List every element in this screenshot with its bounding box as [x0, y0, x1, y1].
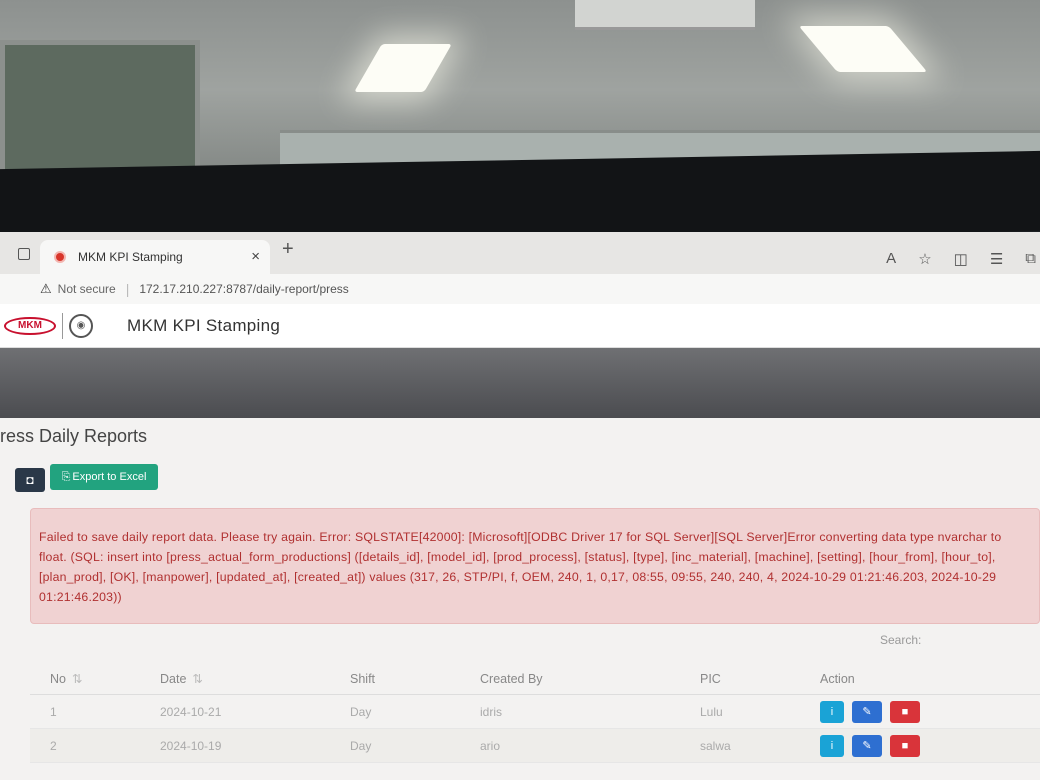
address-bar[interactable]: ⚠ Not secure | 172.17.210.227:8787/daily… [0, 274, 1040, 304]
warning-icon: ⚠ [40, 281, 52, 296]
edit-button[interactable]: ✎ [852, 734, 882, 757]
delete-button[interactable]: ■ [890, 734, 920, 757]
cell-created-by: idris [480, 704, 503, 719]
header-date[interactable]: Date ⇅ [160, 671, 350, 686]
header-no[interactable]: No ⇅ [30, 671, 160, 686]
cell-created-by: ario [480, 738, 501, 753]
tab-actions-icon[interactable] [18, 248, 30, 260]
export-excel-button[interactable]: ⎘ Export to Excel [50, 464, 158, 490]
reports-table: No ⇅ Date ⇅ Shift Created By PIC Action 1 … [30, 663, 1040, 763]
cell-shift: Day [350, 704, 372, 719]
cell-actions: i ✎ ■ [820, 734, 1020, 757]
header-action: Action [820, 671, 855, 686]
cell-no: 1 [50, 704, 57, 719]
address-separator: | [125, 281, 130, 297]
cell-date: 2024-10-21 [160, 704, 222, 719]
favorite-star-icon[interactable]: ☆ [918, 250, 931, 268]
tab-title: MKM KPI Stamping [78, 250, 183, 264]
new-tab-button[interactable]: + [282, 238, 294, 261]
search-label[interactable]: Search: [880, 633, 921, 647]
cell-no: 2 [50, 738, 57, 753]
logo-divider [62, 312, 63, 339]
table-header: No ⇅ Date ⇅ Shift Created By PIC Action [30, 663, 1040, 695]
header-shift[interactable]: Shift [350, 672, 480, 686]
mkm-logo-badge: MKM [4, 316, 56, 335]
delete-button[interactable]: ■ [890, 700, 920, 723]
favicon-icon [54, 251, 66, 263]
tab-bar: MKM KPI Stamping × + A ☆ ◫ ☰ ⧉ [0, 232, 1040, 274]
cell-actions: i ✎ ■ [820, 700, 1020, 723]
export-label: Export to Excel [72, 471, 147, 483]
collections-icon[interactable]: ⧉ [1025, 250, 1036, 268]
cell-pic: Lulu [700, 704, 723, 719]
header-pic[interactable]: PIC [700, 672, 820, 686]
not-secure-label[interactable]: Not secure [58, 282, 116, 296]
header-created-by[interactable]: Created By [480, 672, 700, 686]
sort-icon: ⇅ [71, 672, 83, 686]
sort-icon: ⇅ [192, 672, 203, 686]
nav-band [0, 348, 1040, 418]
app-title: MKM KPI Stamping [127, 315, 281, 335]
info-button[interactable]: i [820, 700, 844, 723]
split-screen-icon[interactable]: ◫ [954, 250, 968, 268]
cell-date: 2024-10-19 [160, 738, 222, 753]
error-message: Failed to save daily report data. Please… [39, 530, 1002, 604]
ceiling-light-left [354, 44, 452, 92]
url-text[interactable]: 172.17.210.227:8787/daily-report/press [139, 282, 348, 296]
edit-button[interactable]: ✎ [852, 700, 882, 723]
error-alert: Failed to save daily report data. Please… [30, 508, 1040, 624]
air-conditioner [575, 0, 755, 30]
logo[interactable]: MKM ◉ [4, 312, 93, 339]
app-header: MKM ◉ MKM KPI Stamping [0, 304, 1040, 348]
add-button[interactable]: ◘ [15, 468, 45, 492]
browser-screen: MKM KPI Stamping × + A ☆ ◫ ☰ ⧉ ⚠ Not sec… [0, 232, 1040, 780]
info-button[interactable]: i [820, 734, 844, 757]
table-row: 1 2024-10-21 Day idris Lulu i ✎ ■ [30, 695, 1040, 729]
excel-icon: ⎘ [61, 470, 71, 483]
seal-icon: ◉ [69, 313, 93, 338]
page-title: ress Daily Reports [0, 426, 148, 446]
table-row: 2 2024-10-19 Day ario salwa i ✎ ■ [30, 729, 1040, 763]
favorites-list-icon[interactable]: ☰ [990, 250, 1003, 268]
ceiling-light-right [798, 26, 928, 72]
browser-toolbar-icons: A ☆ ◫ ☰ ⧉ [886, 250, 1040, 268]
cell-shift: Day [350, 738, 372, 753]
read-aloud-icon[interactable]: A [886, 250, 896, 268]
tab-close-icon[interactable]: × [251, 248, 260, 265]
cell-pic: salwa [700, 738, 731, 753]
tab-mkm-kpi[interactable]: MKM KPI Stamping × [40, 240, 270, 274]
